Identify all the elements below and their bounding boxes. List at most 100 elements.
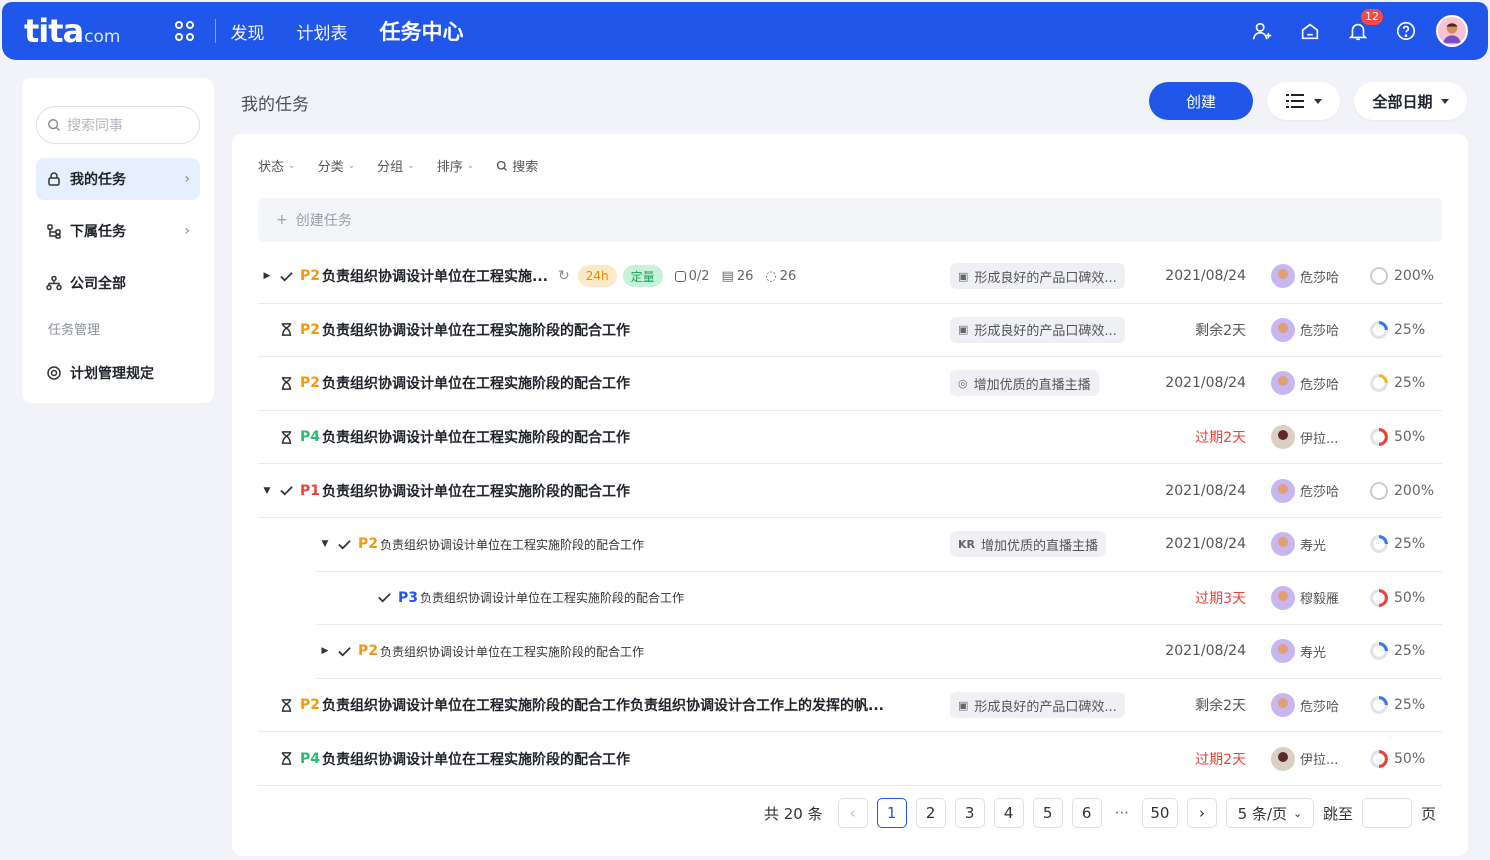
okr-link[interactable]: ▣ 形成良好的产品口碑效... bbox=[950, 692, 1125, 719]
sidebar-item-label: 我的任务 bbox=[70, 172, 126, 188]
assignee[interactable]: 危莎哈 bbox=[1271, 478, 1339, 503]
check-icon[interactable] bbox=[276, 483, 296, 498]
task-name[interactable]: 负责组织协调设计单位在工程实施阶段的配合工作 bbox=[322, 320, 630, 340]
progress-value: 200% bbox=[1394, 268, 1435, 285]
assignee[interactable]: 危莎哈 bbox=[1271, 317, 1339, 342]
search-icon bbox=[497, 160, 508, 171]
task-row[interactable]: ▼ P2 负责组织协调设计单位在工程实施阶段的配合工作 KR 增加优质的直播主播 … bbox=[316, 518, 1442, 572]
home-icon[interactable] bbox=[1286, 16, 1334, 46]
check-icon[interactable] bbox=[334, 644, 354, 659]
nav-plan-table[interactable]: 计划表 bbox=[296, 19, 347, 44]
okr-link[interactable]: ▣ 形成良好的产品口碑效... bbox=[950, 316, 1125, 343]
expand-down-icon[interactable]: ▼ bbox=[316, 539, 334, 549]
chevron-down-icon: ⌄ bbox=[466, 160, 475, 171]
assignee[interactable]: 危莎哈 bbox=[1271, 264, 1339, 289]
date-filter-button[interactable]: 全部日期 bbox=[1354, 82, 1467, 120]
task-row[interactable]: ▶ P2 负责组织协调设计单位在工程实施... ↻ 24h 定量 0/2 ▤ 26… bbox=[258, 250, 1442, 304]
create-task-input[interactable]: + 创建任务 bbox=[258, 198, 1442, 242]
page-button[interactable]: 2 bbox=[915, 798, 946, 828]
due-date: 过期2天 bbox=[1195, 751, 1246, 768]
page-size-select[interactable]: 5 条/页 ⌄ bbox=[1225, 798, 1314, 828]
pagination: 共 20 条 ‹ 1 2 3 4 5 6 ··· 50 › 5 条/页 ⌄ 跳至 … bbox=[764, 798, 1436, 828]
hourglass-icon[interactable] bbox=[276, 322, 296, 337]
hourglass-icon[interactable] bbox=[276, 751, 296, 766]
hourglass-icon[interactable] bbox=[276, 698, 296, 713]
progress: 25% bbox=[1370, 320, 1425, 339]
task-name[interactable]: 负责组织协调设计单位在工程实施阶段的配合工作 bbox=[380, 643, 644, 660]
page-button[interactable]: 6 bbox=[1071, 798, 1102, 828]
expand-right-icon[interactable]: ▶ bbox=[258, 271, 276, 281]
page-button[interactable]: 5 bbox=[1032, 798, 1063, 828]
expand-down-icon[interactable]: ▼ bbox=[258, 486, 276, 496]
task-name[interactable]: 负责组织协调设计单位在工程实施阶段的配合工作 bbox=[322, 373, 630, 393]
progress-value: 25% bbox=[1394, 697, 1426, 714]
task-row[interactable]: ▼ P1 负责组织协调设计单位在工程实施阶段的配合工作 2021/08/24 危… bbox=[258, 464, 1442, 518]
okr-link[interactable]: ◎ 增加优质的直播主播 bbox=[950, 370, 1099, 397]
assignee-name: 危莎哈 bbox=[1300, 699, 1340, 715]
task-panel: 状态 ⌄ 分类 ⌄ 分组 ⌄ 排序 ⌄ 搜索 + 创建任务 ▶ P2 负责组织协调设计单… bbox=[232, 134, 1468, 856]
chevron-right-icon: › bbox=[184, 223, 190, 239]
task-row[interactable]: P2 负责组织协调设计单位在工程实施阶段的配合工作 ▣ 形成良好的产品口碑效...… bbox=[258, 304, 1442, 358]
filter-search[interactable]: 搜索 bbox=[496, 156, 538, 175]
filter-category[interactable]: 分类 ⌄ bbox=[318, 156, 356, 175]
assignee[interactable]: 穆毅雁 bbox=[1271, 585, 1339, 610]
task-row[interactable]: P4 负责组织协调设计单位在工程实施阶段的配合工作 过期2天 伊拉... 50% bbox=[258, 732, 1442, 786]
task-name[interactable]: 负责组织协调设计单位在工程实施阶段的配合工作 bbox=[322, 481, 630, 501]
filter-group[interactable]: 分组 ⌄ bbox=[377, 156, 415, 175]
help-icon[interactable] bbox=[1382, 16, 1430, 46]
next-page-button[interactable]: › bbox=[1186, 798, 1217, 828]
user-avatar[interactable] bbox=[1436, 15, 1468, 47]
assignee[interactable]: 寿光 bbox=[1271, 639, 1326, 664]
page-button[interactable]: 1 bbox=[876, 798, 907, 828]
filter-status[interactable]: 状态 ⌄ bbox=[258, 156, 296, 175]
repeat-icon: ↻ bbox=[557, 268, 570, 285]
assignee[interactable]: 危莎哈 bbox=[1271, 693, 1340, 718]
sidebar-item-my-tasks[interactable]: 我的任务 › bbox=[36, 158, 200, 200]
check-icon[interactable] bbox=[334, 537, 354, 552]
tita-logo[interactable]: tita com bbox=[24, 12, 120, 50]
assignee[interactable]: 寿光 bbox=[1271, 532, 1326, 557]
bell-icon[interactable]: 12 bbox=[1334, 9, 1383, 46]
hourglass-icon[interactable] bbox=[276, 376, 296, 391]
sidebar-item-plan-rules[interactable]: 计划管理规定 bbox=[36, 352, 200, 394]
okr-link[interactable]: KR 增加优质的直播主播 bbox=[950, 531, 1107, 558]
page-ellipsis[interactable]: ··· bbox=[1111, 804, 1133, 822]
task-name[interactable]: 负责组织协调设计单位在工程实施阶段的配合工作负责组织协调设计合工作上的发挥的帆.… bbox=[322, 695, 884, 715]
hourglass-icon[interactable] bbox=[276, 430, 296, 445]
prev-page-button[interactable]: ‹ bbox=[837, 798, 868, 828]
task-name[interactable]: 负责组织协调设计单位在工程实施阶段的配合工作 bbox=[380, 536, 644, 553]
filter-sort[interactable]: 排序 ⌄ bbox=[437, 156, 475, 175]
task-name[interactable]: 负责组织协调设计单位在工程实施阶段的配合工作 bbox=[420, 589, 684, 606]
task-row[interactable]: P3 负责组织协调设计单位在工程实施阶段的配合工作 过期3天 穆毅雁 50% bbox=[316, 572, 1442, 626]
due-date: 2021/08/24 bbox=[1165, 268, 1246, 285]
sidebar-item-company-all[interactable]: 公司全部 bbox=[36, 262, 200, 304]
check-icon[interactable] bbox=[374, 590, 394, 605]
apps-grid-icon[interactable] bbox=[175, 21, 195, 41]
task-row[interactable]: P4 负责组织协调设计单位在工程实施阶段的配合工作 过期2天 伊拉... 50% bbox=[258, 411, 1442, 465]
create-button[interactable]: 创建 bbox=[1149, 82, 1253, 120]
okr-link[interactable]: ▣ 形成良好的产品口碑效... bbox=[950, 263, 1125, 290]
page-button[interactable]: 4 bbox=[993, 798, 1024, 828]
task-row[interactable]: P2 负责组织协调设计单位在工程实施阶段的配合工作负责组织协调设计合工作上的发挥… bbox=[258, 679, 1442, 733]
avatar bbox=[1271, 585, 1295, 610]
attachment-count-value: 26 bbox=[736, 268, 754, 284]
sidebar-item-subordinate-tasks[interactable]: 下属任务 › bbox=[36, 210, 200, 252]
task-name[interactable]: 负责组织协调设计单位在工程实施... bbox=[322, 266, 548, 286]
task-row[interactable]: ▶ P2 负责组织协调设计单位在工程实施阶段的配合工作 2021/08/24 寿… bbox=[316, 625, 1442, 679]
assignee[interactable]: 伊拉... bbox=[1271, 746, 1338, 771]
nav-task-center[interactable]: 任务中心 bbox=[379, 16, 463, 46]
assignee[interactable]: 危莎哈 bbox=[1271, 371, 1339, 396]
task-name[interactable]: 负责组织协调设计单位在工程实施阶段的配合工作 bbox=[322, 749, 630, 769]
jump-page-input[interactable] bbox=[1361, 798, 1412, 828]
task-name[interactable]: 负责组织协调设计单位在工程实施阶段的配合工作 bbox=[322, 427, 630, 447]
task-row[interactable]: P2 负责组织协调设计单位在工程实施阶段的配合工作 ◎ 增加优质的直播主播 202… bbox=[258, 357, 1442, 411]
page-button[interactable]: 3 bbox=[954, 798, 985, 828]
add-user-icon[interactable] bbox=[1238, 16, 1286, 46]
view-mode-button[interactable] bbox=[1267, 82, 1340, 120]
page-button[interactable]: 50 bbox=[1141, 798, 1178, 828]
expand-right-icon[interactable]: ▶ bbox=[316, 646, 334, 656]
assignee[interactable]: 伊拉... bbox=[1271, 425, 1338, 450]
search-colleague-input[interactable]: 搜索同事 bbox=[36, 106, 200, 144]
nav-discover[interactable]: 发现 bbox=[230, 19, 264, 44]
check-icon[interactable] bbox=[276, 269, 296, 284]
